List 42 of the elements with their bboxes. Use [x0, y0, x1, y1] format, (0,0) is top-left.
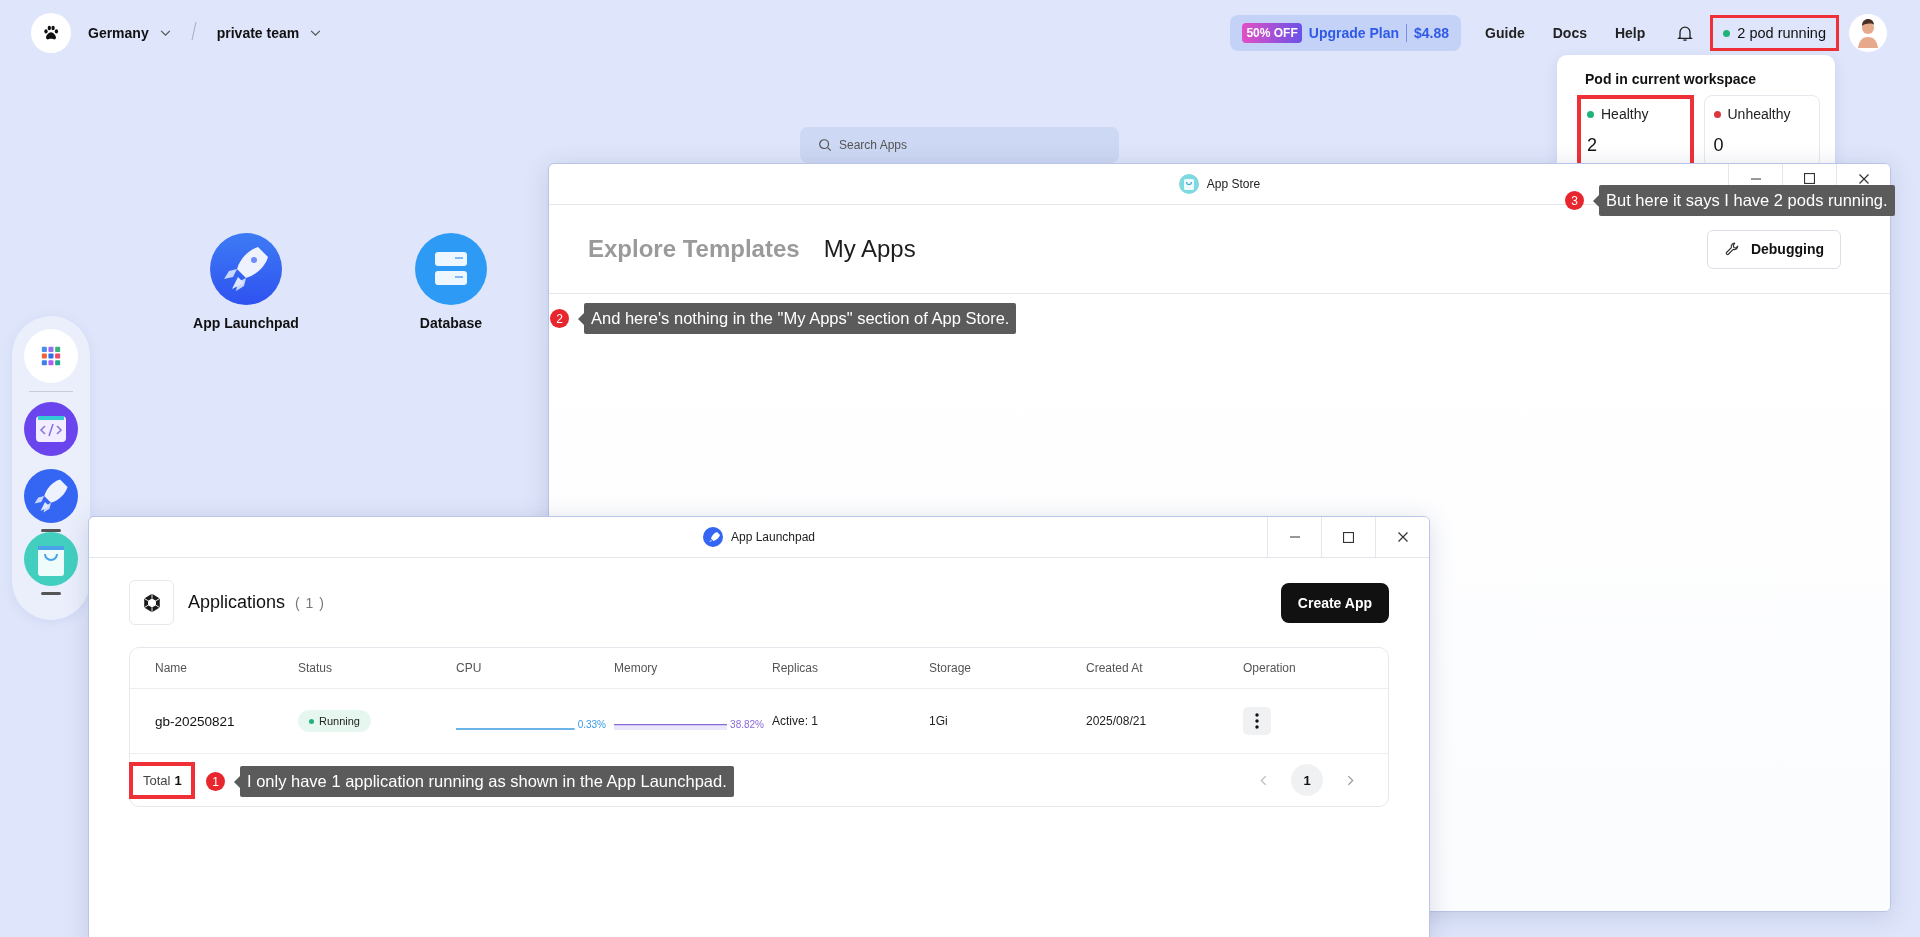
column-header: Replicas [772, 661, 820, 675]
pod-status-button[interactable]: 2 pod running [1710, 15, 1839, 51]
app-label[interactable]: App Launchpad [193, 315, 299, 331]
popover-title: Pod in current workspace [1585, 71, 1758, 87]
nav-link[interactable]: Help [1614, 25, 1646, 41]
team-selector[interactable]: private team [216, 25, 322, 41]
tab[interactable]: My Apps [823, 235, 916, 263]
pod-state-label: Healthy [1601, 106, 1649, 122]
table-cell-text: 1Gi [929, 714, 949, 728]
status-badge: Running [298, 710, 371, 732]
annotation-tooltip: I only have 1 application running as shown in the App Launchpad. [234, 766, 734, 797]
nav-link[interactable]: Docs [1552, 25, 1587, 41]
column-header: Memory [614, 661, 659, 675]
app-count: ( 1 ) [295, 594, 325, 611]
pod-count: 0 [1713, 135, 1725, 156]
column-header: Storage [929, 661, 973, 675]
page-button[interactable]: 1 [1291, 764, 1323, 796]
nav-link[interactable]: Guide [1485, 25, 1525, 41]
search-field[interactable]: Search Apps [800, 127, 1119, 163]
window-title: App Store [1206, 177, 1261, 191]
pod-state-label: Unhealthy [1727, 106, 1791, 122]
table-cell-text: Active: 1 [772, 714, 820, 728]
total-count: Total 1 [129, 761, 195, 799]
window-title: App Launchpad [730, 530, 816, 544]
pod-count: 2 [1587, 135, 1598, 156]
app-label[interactable]: Database [419, 315, 483, 331]
create-app-button[interactable]: Create App [1280, 582, 1389, 623]
workspace-selector[interactable]: Germany [88, 25, 171, 41]
column-header: Name [155, 661, 188, 675]
column-header: Created At [1086, 661, 1144, 675]
annotation-tooltip: But here it says I have 2 pods running. [1593, 185, 1895, 216]
table-cell-text: gb-20250821 [155, 713, 236, 729]
usage-reading: 38.82% [730, 720, 764, 730]
page-heading: Applications [188, 592, 286, 613]
upgrade-plan-button[interactable]: 50% OFF Upgrade Plan $4.88 [1230, 15, 1462, 51]
column-header: CPU [456, 661, 483, 675]
column-header: Status [298, 661, 334, 675]
column-header: Operation [1243, 661, 1297, 675]
annotation-tooltip: And here's nothing in the "My Apps" section of App Store. [578, 303, 1017, 334]
debugging-button[interactable]: Debugging [1706, 229, 1841, 269]
table-cell-text: 2025/08/21 [1086, 714, 1148, 728]
usage-reading: 0.33% [577, 720, 606, 730]
